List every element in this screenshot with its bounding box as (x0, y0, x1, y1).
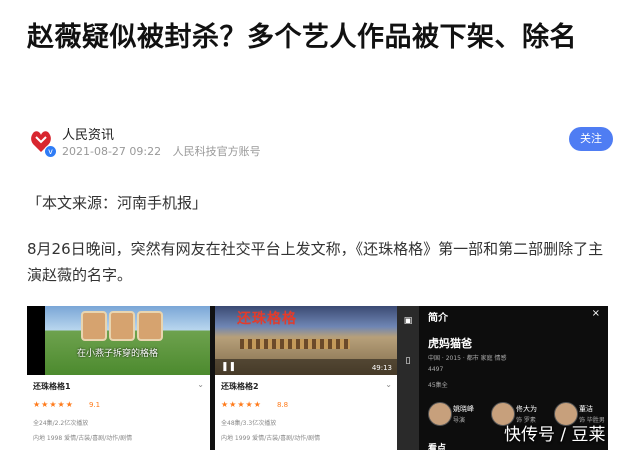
screen-rotate-icon[interactable]: ▯ (402, 356, 414, 368)
verified-badge-icon: v (44, 145, 57, 158)
intro-heading: 简介 (428, 313, 448, 324)
author-meta: 2021-08-27 09:22 人民科技官方账号 (62, 143, 261, 159)
procession-figure (240, 339, 350, 349)
video-duration: 49:13 (371, 364, 392, 372)
video-info-2: 还珠格格2 ⌄ ★★★★★ 8.8 全48集/3.3亿次播放 内地 1999 爱… (215, 375, 398, 450)
video-control-bar: ❚❚ 49:13 (215, 359, 398, 375)
genre-tags: 内地 1998 爱情/古装/喜剧/动作/剧情 (33, 435, 133, 442)
source-line: 「本文来源：河南手机报」 (27, 194, 208, 212)
video-thumbnail-1[interactable]: 在小燕子拆穿的格格 (27, 306, 210, 375)
show-title[interactable]: 还珠格格1 (33, 381, 71, 392)
follow-button[interactable]: 关注 (569, 127, 613, 151)
video-info-1: 还珠格格1 ⌄ ★★★★★ 9.1 全24集/2.2亿次播放 内地 1998 爱… (27, 375, 210, 450)
section-heading: 看点 (428, 444, 447, 450)
chevron-down-icon[interactable]: ⌄ (385, 380, 392, 389)
author-name[interactable]: 人民资讯 (62, 124, 114, 143)
cast-name: 董洁 (579, 405, 593, 413)
rating-stars-icon: ★★★★★ (33, 400, 74, 409)
actor-figure (109, 311, 135, 341)
player-side-toolbar: ▣ ▯ (397, 306, 419, 450)
account-description: 人民科技官方账号 (172, 145, 261, 158)
pause-icon[interactable]: ❚❚ (221, 362, 236, 372)
episode-count: 45集全 (428, 382, 448, 389)
intro-title: 虎妈猫爸 (428, 337, 472, 350)
rating-score: 8.8 (277, 401, 289, 409)
rating-score: 9.1 (89, 401, 101, 409)
video-panel-2: 还珠格格 ❚❚ 49:13 还珠格格2 ⌄ ★★★★★ 8.8 全48集/3.3… (215, 306, 398, 450)
video-thumbnail-2[interactable]: 还珠格格 ❚❚ 49:13 (215, 306, 398, 375)
show-title[interactable]: 还珠格格2 (221, 381, 259, 392)
letterbox-bar (27, 306, 45, 375)
article-headline: 赵薇疑似被封杀？多个艺人作品被下架、除名 (27, 22, 577, 53)
publish-datetime: 2021-08-27 09:22 (62, 145, 162, 158)
video-panel-1: 在小燕子拆穿的格格 还珠格格1 ⌄ ★★★★★ 9.1 全24集/2.2亿次播放… (27, 306, 210, 450)
play-count: 全24集/2.2亿次播放 (33, 420, 89, 427)
author-row: v 人民资讯 2021-08-27 09:22 人民科技官方账号 关注 (28, 124, 613, 160)
actor-figure (81, 311, 107, 341)
chevron-down-icon[interactable]: ⌄ (197, 380, 204, 389)
cast-name: 姚晓峰 (453, 405, 474, 413)
intro-meta: 中国 · 2015 · 都市 家庭 情感 (428, 355, 507, 362)
rating-stars-icon: ★★★★★ (221, 400, 262, 409)
cast-role: 导演 (453, 417, 466, 424)
intro-count: 4497 (428, 366, 444, 373)
watermark: 快传号 / 豆莱 (504, 425, 606, 445)
play-count: 全48集/3.3亿次播放 (221, 420, 277, 427)
actor-figure (137, 311, 163, 341)
picture-in-picture-icon[interactable]: ▣ (402, 316, 414, 328)
cast-name: 佟大为 (516, 405, 537, 413)
show-title-art: 还珠格格 (237, 311, 297, 327)
close-icon[interactable]: × (592, 308, 600, 319)
genre-tags: 内地 1999 爱情/古装/喜剧/动作/剧情 (221, 435, 321, 442)
avatar (428, 402, 452, 426)
article-paragraph: 8月26日晚间，突然有网友在社交平台上发文称，《还珠格格》第一部和第二部删除了主… (27, 240, 604, 284)
video-caption: 在小燕子拆穿的格格 (77, 349, 159, 359)
